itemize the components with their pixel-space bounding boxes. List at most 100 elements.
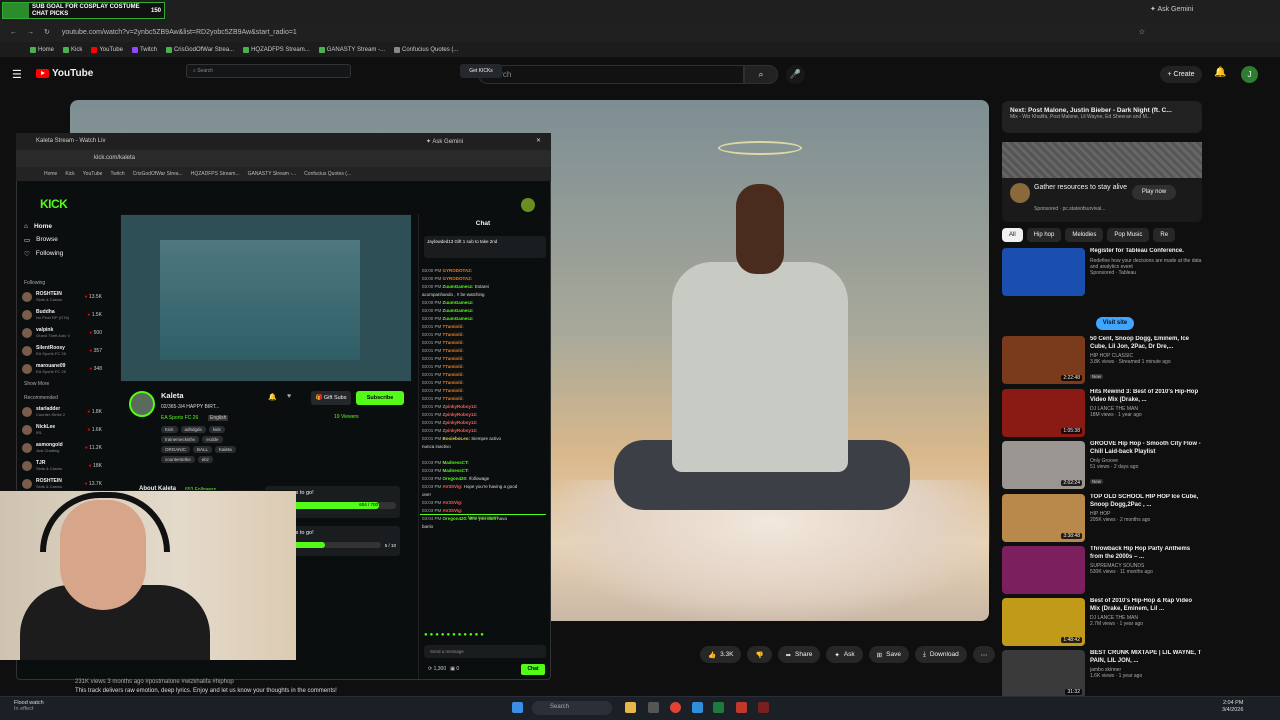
stream-tag[interactable]: Kick	[161, 426, 178, 433]
save-button[interactable]: ⊞ Save	[868, 646, 909, 663]
kick-tab[interactable]: Kaleta Stream - Watch Liv	[36, 138, 105, 144]
video-thumbnail[interactable]: 1:48:42	[1002, 598, 1085, 646]
recorder-icon[interactable]	[758, 702, 769, 713]
chat-send-button[interactable]: Chat	[521, 664, 545, 675]
kick-bookmark-twitch[interactable]: Twitch	[110, 171, 124, 177]
back-icon[interactable]: ←	[10, 29, 17, 36]
kick-bookmark-kick[interactable]: Kick	[65, 171, 74, 177]
chat-message[interactable]: 03:00 PM ZuumGamesz:	[422, 300, 548, 305]
video-thumbnail[interactable]: 31:32	[1002, 650, 1085, 698]
bookmark-youtube[interactable]: YouTube	[91, 46, 123, 53]
subscribe-button[interactable]: Subscribe	[356, 391, 404, 405]
file-explorer-icon[interactable]	[625, 702, 636, 713]
bookmark-ganasty[interactable]: GANASTY Stream -...	[318, 46, 385, 53]
bookmark-home[interactable]: Home	[30, 46, 54, 53]
recommended-video[interactable]: 1:05:38 Hits Rewind 3: Best of 2010's Hip…	[1002, 389, 1202, 439]
video-thumbnail[interactable]	[1002, 248, 1085, 296]
create-button[interactable]: + Create	[1160, 66, 1202, 83]
search-button[interactable]: ⌕	[744, 65, 778, 84]
account-avatar[interactable]: J	[1241, 66, 1258, 83]
forward-icon[interactable]: →	[27, 29, 34, 36]
recommended-channel[interactable]: starladderCounter-Strike 21.8K	[16, 403, 108, 421]
kick-nav-following[interactable]: ♡ Following	[16, 247, 106, 261]
video-title[interactable]: BEST CRUNK MIXTAPE | LIL WAYNE, T PAIN, …	[1090, 650, 1202, 665]
search-input[interactable]: Search	[478, 65, 744, 84]
show-more-link[interactable]: Show More	[16, 378, 108, 389]
chip-pop-music[interactable]: Pop Music	[1107, 228, 1150, 242]
dislike-button[interactable]: 👎	[747, 646, 772, 663]
streamer-avatar[interactable]	[129, 391, 155, 417]
chip-more[interactable]: Re	[1153, 228, 1176, 242]
chat-message[interactable]: 03:03 PM MadnessCT:	[422, 468, 548, 473]
edge-icon[interactable]	[692, 702, 703, 713]
chat-message[interactable]: 03:03 PM AV3SVig:	[422, 500, 548, 505]
chip-all[interactable]: All	[1002, 228, 1023, 242]
chat-message[interactable]: 03:03 PM MadnessCT:	[422, 460, 548, 465]
bookmark-hqzadfps[interactable]: HQZADFPS Stream...	[243, 46, 310, 53]
kick-logo[interactable]: KICK	[40, 197, 68, 211]
video-title[interactable]: 50 Cent, Snoop Dogg, Eminem, Ice Cube, L…	[1090, 336, 1202, 351]
video-thumbnail[interactable]	[1002, 546, 1085, 594]
channel-name[interactable]: Redefine how your decisions are made at …	[1090, 258, 1202, 270]
kick-bookmark-home[interactable]: Home	[44, 171, 57, 177]
recommended-video[interactable]: Throwback Hip Hop Party Anthems from the…	[1002, 546, 1202, 596]
play-now-button[interactable]: Play now	[1132, 185, 1176, 200]
system-clock[interactable]: 2:04 PM 3/4/2026	[1222, 700, 1243, 714]
bell-icon[interactable]: 🔔	[268, 393, 277, 401]
chat-message[interactable]: 03:01 PM ZpinkyRoboy12:	[422, 420, 548, 425]
chat-message-input[interactable]: Send a message	[424, 645, 546, 658]
chat-message[interactable]: 03:00 PM ZuumGamesz:	[422, 316, 548, 321]
video-title[interactable]: TOP OLD SCHOOL HIP HOP Ice Cube, Snoop D…	[1090, 494, 1202, 509]
chat-message[interactable]: 03:01 PM TTaminiti:	[422, 364, 548, 369]
youtube-logo[interactable]: YouTube	[36, 68, 93, 79]
app-icon[interactable]	[648, 702, 659, 713]
weather-widget[interactable]: Flood watch In effect	[14, 700, 44, 712]
video-title[interactable]: GROOVE Hip Hop - Smooth City Flow - Chil…	[1090, 441, 1202, 456]
notifications-bell-icon[interactable]: 🔔	[1214, 67, 1226, 78]
recommended-video[interactable]: 1:48:42 Best of 2010's Hip-Hop & Rap Vide…	[1002, 598, 1202, 648]
chat-message[interactable]: 03:01 PM TTaminiti:	[422, 340, 548, 345]
kick-user-avatar[interactable]	[521, 198, 535, 212]
close-icon[interactable]: ✕	[536, 137, 541, 144]
windows-start-icon[interactable]	[512, 702, 523, 713]
following-channel[interactable]: valpinkGrand Theft Auto V500	[16, 324, 108, 342]
get-kicks-button[interactable]: Get KICKs	[460, 64, 502, 78]
download-button[interactable]: ⤓ Download	[914, 646, 967, 663]
chat-message[interactable]: 03:01 PM TTaminiti:	[422, 388, 548, 393]
kick-ask-gemini[interactable]: ✦ Ask Gemini	[426, 138, 463, 145]
chrome-icon[interactable]	[670, 702, 681, 713]
more-actions-button[interactable]: ⋯	[972, 646, 996, 663]
chat-message[interactable]: 03:01 PM TTaminiti:	[422, 324, 548, 329]
chat-message[interactable]: 03:00 PM GYRODOTA2:	[422, 268, 548, 273]
video-description[interactable]: This track delivers raw emotion, deep ly…	[75, 688, 337, 694]
chat-message[interactable]: 03:01 PM ZpinkyRoboy12:	[422, 428, 548, 433]
bookmark-crisgodofwar[interactable]: CrisGodOfWar Strea...	[165, 46, 234, 53]
kick-url-field[interactable]: kick.com/kaleta	[94, 155, 135, 161]
recommended-channel[interactable]: NickLeeIRL1.6K	[16, 421, 108, 439]
kick-nav-browse[interactable]: ▭ Browse	[16, 233, 106, 247]
kick-bookmark-cris[interactable]: CrisGodOfWar Strea...	[133, 171, 183, 177]
star-icon[interactable]: ☆	[1139, 28, 1145, 36]
chat-message[interactable]: acompanhando , !! be watching	[422, 292, 548, 297]
video-title[interactable]: Best of 2010's Hip-Hop & Rap Video Mix (…	[1090, 598, 1202, 613]
stream-category[interactable]: EA Sports FC 26	[161, 415, 198, 421]
recommended-channel[interactable]: asmongoldJust Chatting11.2K	[16, 439, 108, 457]
following-channel[interactable]: ROSHTEINSlots & Casino13.5K	[16, 288, 108, 306]
chat-message[interactable]: 03:01 PM TTaminiti:	[422, 372, 548, 377]
heart-follow-icon[interactable]: ♥	[287, 393, 291, 400]
recommended-video[interactable]: Register for Tableau Conference. Redefine…	[1002, 248, 1202, 298]
chat-message[interactable]: 03:01 PM TTaminiti:	[422, 348, 548, 353]
chat-message[interactable]: 03:03 PM Oregon420: !followage	[422, 476, 548, 481]
visit-site-button[interactable]: Visit site	[1096, 317, 1134, 330]
kick-nav-home[interactable]: ⌂ Home	[16, 220, 106, 233]
chat-message[interactable]: 03:01 PM TTaminiti:	[422, 396, 548, 401]
chat-message[interactable]: 03:01 PM TTaminiti:	[422, 356, 548, 361]
kick-bookmark-confucius[interactable]: Confucius Quotes (...	[304, 171, 351, 177]
recommended-video[interactable]: 2:22:48 50 Cent, Snoop Dogg, Eminem, Ice …	[1002, 336, 1202, 386]
chat-message[interactable]: 03:01 PM BooieboLeo: Siempre activo	[422, 436, 548, 441]
video-thumbnail[interactable]: 2:02:24	[1002, 441, 1085, 489]
kick-bookmark-youtube[interactable]: YouTube	[83, 171, 103, 177]
ask-gemini-button[interactable]: ✦ Ask Gemini	[1150, 5, 1193, 13]
recommended-video[interactable]: 3:38:48 TOP OLD SCHOOL HIP HOP Ice Cube, …	[1002, 494, 1202, 544]
chip-hip-hop[interactable]: Hip hop	[1026, 228, 1062, 242]
